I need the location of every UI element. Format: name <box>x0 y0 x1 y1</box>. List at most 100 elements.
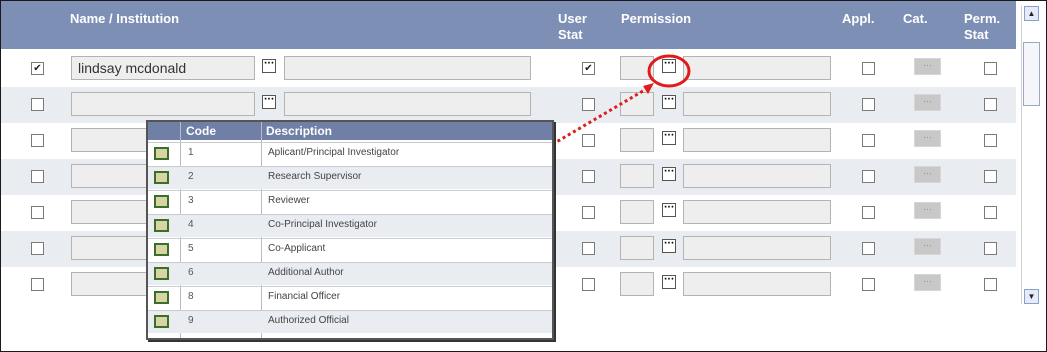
permission-description-field[interactable] <box>683 128 831 152</box>
popup-item-description: Aplicant/Principal Investigator <box>268 147 400 158</box>
col-header-perm-stat-line1: Perm. <box>964 11 1001 26</box>
popup-item-description: Reviewer <box>268 195 310 206</box>
permission-code-field[interactable] <box>620 272 654 296</box>
permission-code-field[interactable] <box>620 128 654 152</box>
permission-description-field[interactable] <box>683 92 831 116</box>
user-stat-checkbox[interactable]: ✔ <box>582 62 595 75</box>
select-item-icon[interactable] <box>154 147 169 160</box>
popup-list-item[interactable]: 4 Co-Principal Investigator <box>148 214 552 237</box>
institution-field[interactable] <box>284 92 531 116</box>
row-select-checkbox[interactable]: ✔ <box>31 62 44 75</box>
appl-checkbox[interactable] <box>862 98 875 111</box>
select-item-icon[interactable] <box>154 315 169 328</box>
permission-lookup-button[interactable]: ··· <box>662 239 676 253</box>
perm-stat-checkbox[interactable] <box>984 170 997 183</box>
popup-list-item[interactable]: 8 Financial Officer <box>148 286 552 309</box>
cat-lookup-button[interactable]: ··· <box>914 274 941 291</box>
appl-checkbox[interactable] <box>862 170 875 183</box>
popup-item-code: 6 <box>188 267 194 278</box>
permission-code-field[interactable] <box>620 200 654 224</box>
col-header-perm-stat-line2: Stat <box>964 27 989 42</box>
user-stat-checkbox[interactable] <box>582 242 595 255</box>
col-header-user-stat-line1: User <box>558 11 587 26</box>
cat-lookup-button[interactable]: ··· <box>914 130 941 147</box>
appl-checkbox[interactable] <box>862 206 875 219</box>
popup-item-description: Financial Officer <box>268 291 341 302</box>
permission-lookup-button[interactable]: ··· <box>662 275 676 289</box>
scroll-up-icon[interactable]: ▲ <box>1024 6 1039 21</box>
popup-list-item[interactable]: 2 Research Supervisor <box>148 166 552 189</box>
permission-lookup-button[interactable]: ··· <box>662 167 676 181</box>
appl-checkbox[interactable] <box>862 278 875 291</box>
cat-lookup-button[interactable]: ··· <box>914 94 941 111</box>
row-select-checkbox[interactable] <box>31 170 44 183</box>
cat-lookup-button[interactable]: ··· <box>914 166 941 183</box>
user-stat-checkbox[interactable] <box>582 98 595 111</box>
select-item-icon[interactable] <box>154 243 169 256</box>
vertical-scrollbar[interactable]: ▲ ▼ <box>1021 6 1041 304</box>
cat-lookup-button[interactable]: ··· <box>914 202 941 219</box>
permission-description-field[interactable] <box>683 56 831 80</box>
cat-lookup-button[interactable]: ··· <box>914 238 941 255</box>
select-item-icon[interactable] <box>154 267 169 280</box>
perm-stat-checkbox[interactable] <box>984 278 997 291</box>
permission-lookup-button[interactable]: ··· <box>662 131 676 145</box>
perm-stat-checkbox[interactable] <box>984 242 997 255</box>
row-select-checkbox[interactable] <box>31 242 44 255</box>
select-item-icon[interactable] <box>154 219 169 232</box>
appl-checkbox[interactable] <box>862 62 875 75</box>
permission-description-field[interactable] <box>683 272 831 296</box>
permission-code-field[interactable] <box>620 164 654 188</box>
perm-stat-checkbox[interactable] <box>984 206 997 219</box>
popup-item-description: Co-Principal Investigator <box>268 219 377 230</box>
cat-lookup-button[interactable]: ··· <box>914 58 941 75</box>
appl-checkbox[interactable] <box>862 242 875 255</box>
select-item-icon[interactable] <box>154 291 169 304</box>
row-select-checkbox[interactable] <box>31 134 44 147</box>
popup-list-item[interactable]: 6 Additional Author <box>148 262 552 285</box>
popup-item-code: 1 <box>188 147 194 158</box>
name-field[interactable] <box>71 92 255 116</box>
row-select-checkbox[interactable] <box>31 98 44 111</box>
permission-code-field[interactable] <box>620 236 654 260</box>
popup-col-code: Code <box>186 124 216 138</box>
row-select-checkbox[interactable] <box>31 278 44 291</box>
popup-item-description: Co-Applicant <box>268 243 326 254</box>
select-item-icon[interactable] <box>154 195 169 208</box>
permission-description-field[interactable] <box>683 236 831 260</box>
table-row: ··· ··· ··· <box>1 87 1016 123</box>
popup-list-item[interactable]: 1 Aplicant/Principal Investigator <box>148 142 552 165</box>
popup-item-code: 5 <box>188 243 194 254</box>
perm-stat-checkbox[interactable] <box>984 134 997 147</box>
institution-field[interactable] <box>284 56 531 80</box>
permission-code-field[interactable] <box>620 92 654 116</box>
scroll-down-icon[interactable]: ▼ <box>1024 289 1039 304</box>
name-lookup-button[interactable]: ··· <box>262 95 276 109</box>
popup-list-item[interactable]: 5 Co-Applicant <box>148 238 552 261</box>
permission-code-field[interactable] <box>620 56 654 80</box>
popup-list-item[interactable]: 9 Authorized Official <box>148 310 552 333</box>
perm-stat-checkbox[interactable] <box>984 62 997 75</box>
col-header-name: Name / Institution <box>70 11 180 26</box>
permission-description-field[interactable] <box>683 164 831 188</box>
scroll-thumb[interactable] <box>1023 42 1040 106</box>
name-field[interactable]: lindsay mcdonald <box>71 56 255 80</box>
permission-lookup-button[interactable]: ··· <box>662 203 676 217</box>
popup-item-code: 4 <box>188 219 194 230</box>
perm-stat-checkbox[interactable] <box>984 98 997 111</box>
popup-list-item[interactable]: 3 Reviewer <box>148 190 552 213</box>
permission-description-field[interactable] <box>683 200 831 224</box>
popup-item-description: Authorized Official <box>268 315 349 326</box>
user-stat-checkbox[interactable] <box>582 134 595 147</box>
row-select-checkbox[interactable] <box>31 206 44 219</box>
user-stat-checkbox[interactable] <box>582 170 595 183</box>
select-item-icon[interactable] <box>154 171 169 184</box>
name-lookup-button[interactable]: ··· <box>262 59 276 73</box>
user-stat-checkbox[interactable] <box>582 278 595 291</box>
user-stat-checkbox[interactable] <box>582 206 595 219</box>
permission-lookup-button[interactable]: ··· <box>662 59 676 73</box>
appl-checkbox[interactable] <box>862 134 875 147</box>
col-header-perm-stat: Perm. Stat <box>964 11 1000 43</box>
permission-lookup-button[interactable]: ··· <box>662 95 676 109</box>
col-header-user-stat-line2: Stat <box>558 27 583 42</box>
